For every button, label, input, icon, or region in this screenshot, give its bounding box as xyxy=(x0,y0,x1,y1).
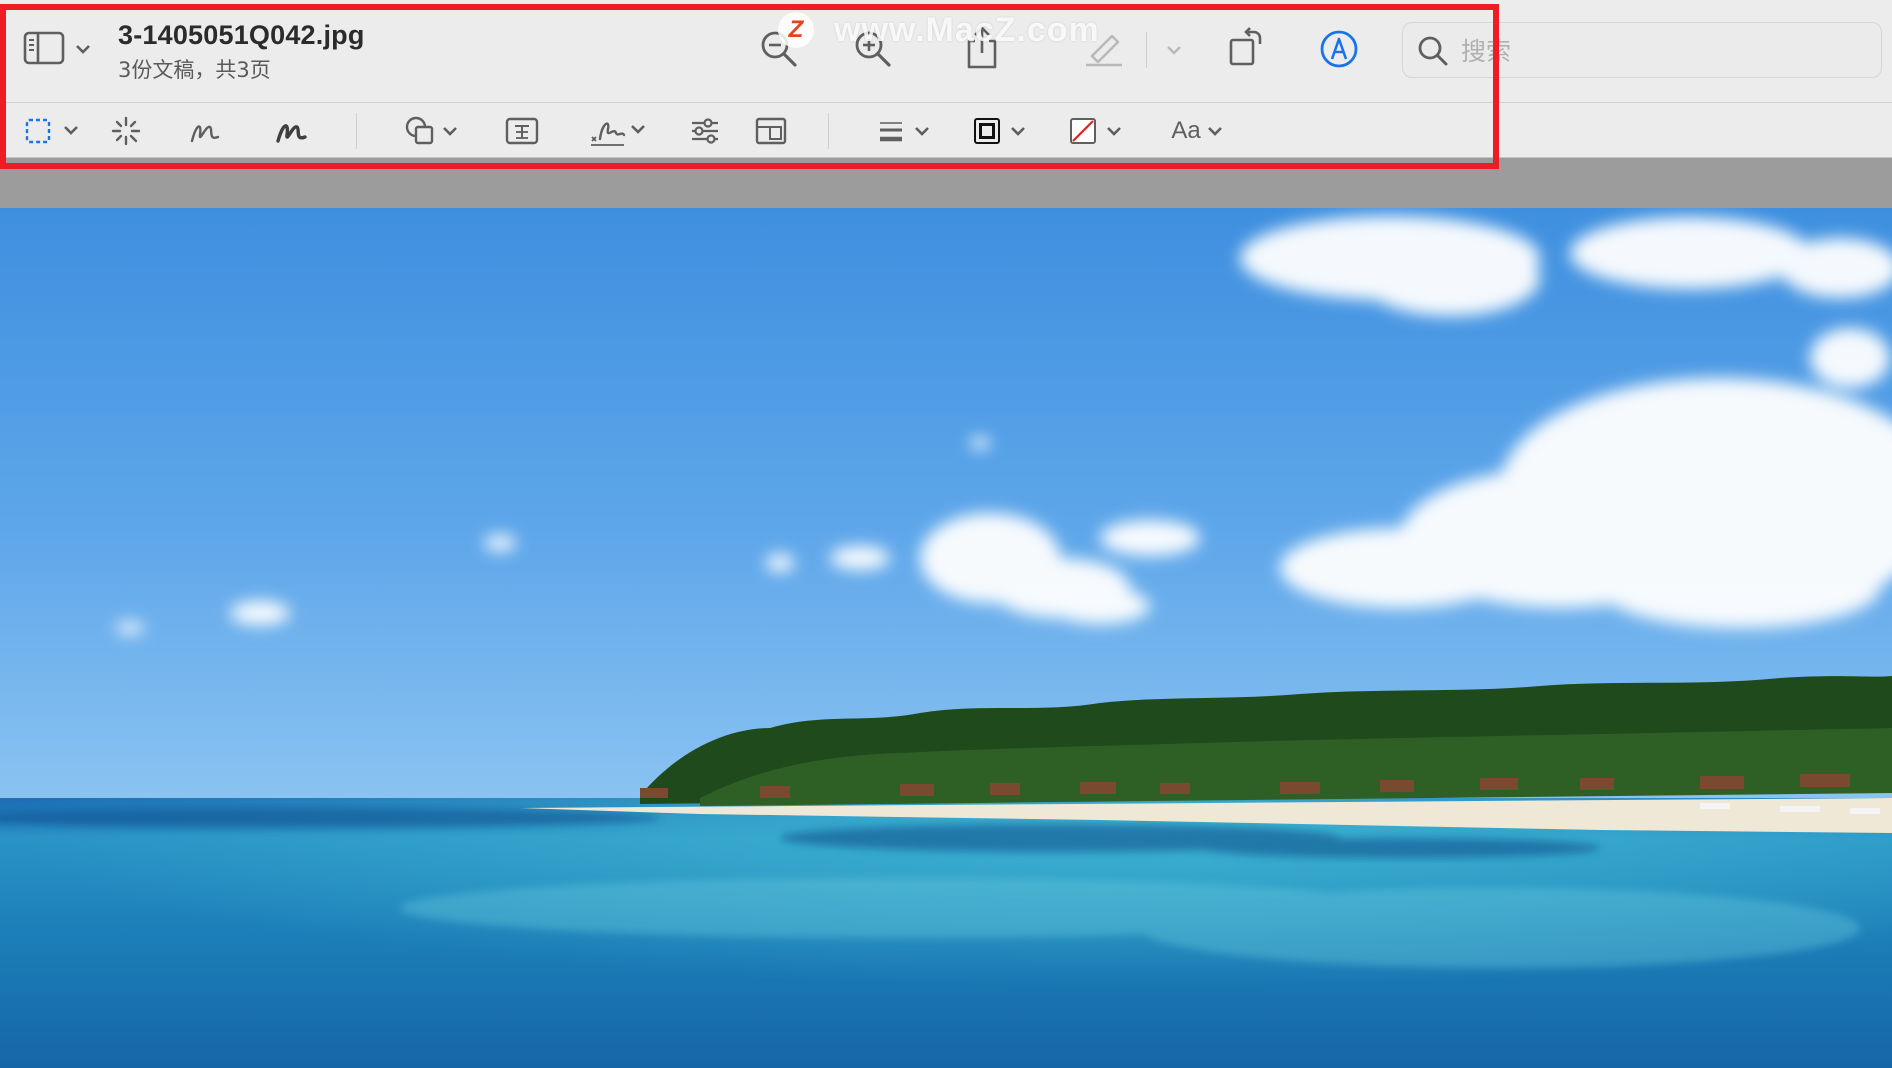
highlighter-icon xyxy=(1082,28,1126,68)
text-tool-button[interactable] xyxy=(504,115,540,147)
shapes-icon xyxy=(404,115,460,147)
instant-alpha-button[interactable] xyxy=(110,115,142,147)
toolbar-top-row: 3-1405051Q042.jpg 3份文稿，共3页 xyxy=(0,0,1892,103)
toolbar-separator xyxy=(828,113,829,149)
markup-toolbar-button[interactable] xyxy=(1318,28,1360,70)
text-style-icon: Aa xyxy=(1171,117,1224,145)
border-color-icon xyxy=(972,115,1028,147)
search-box[interactable] xyxy=(1402,22,1882,78)
markup-toolbar-row: Aa xyxy=(0,103,1892,158)
sketch-tool-button[interactable] xyxy=(188,115,222,147)
line-weight-icon xyxy=(876,115,932,147)
sliders-icon xyxy=(688,115,722,147)
toolbar-separator xyxy=(356,113,357,149)
draw-tool-button[interactable] xyxy=(274,115,308,147)
window-toolbar: 3-1405051Q042.jpg 3份文稿，共3页 搜索 Aa xyxy=(0,0,1892,158)
share-button[interactable] xyxy=(964,24,1000,70)
document-title: 3-1405051Q042.jpg xyxy=(118,20,365,50)
border-color-button[interactable] xyxy=(972,115,1028,147)
dashed-rect-icon xyxy=(24,117,82,145)
zoom-out-icon xyxy=(758,28,800,70)
rotate-icon xyxy=(1226,26,1266,68)
adjust-size-button[interactable] xyxy=(754,115,788,147)
rotate-button[interactable] xyxy=(1226,26,1266,68)
search-icon xyxy=(1417,35,1449,67)
highlight-button[interactable] xyxy=(1082,28,1126,68)
zoom-out-button[interactable] xyxy=(758,28,800,70)
signature-icon xyxy=(588,113,650,149)
zoom-in-button[interactable] xyxy=(852,28,894,70)
draw-icon xyxy=(274,115,308,147)
markup-pen-circle-icon xyxy=(1318,28,1360,70)
fill-color-icon xyxy=(1068,115,1124,147)
sidebar-toggle-button[interactable] xyxy=(22,30,94,68)
resize-icon xyxy=(754,115,788,147)
shapes-button[interactable] xyxy=(404,115,460,147)
chevron-down-icon xyxy=(1162,38,1186,62)
share-icon xyxy=(964,24,1000,70)
search-input[interactable] xyxy=(1461,35,1861,67)
canvas-gutter xyxy=(0,158,1892,208)
text-box-icon xyxy=(504,115,540,147)
fill-color-button[interactable] xyxy=(1068,115,1124,147)
sidebar-icon xyxy=(22,30,94,68)
document-subtitle: 3份文稿，共3页 xyxy=(118,58,271,82)
sign-button[interactable] xyxy=(588,113,650,149)
text-style-label: Aa xyxy=(1171,117,1201,144)
zoom-in-icon xyxy=(852,28,894,70)
toolbar-separator xyxy=(1146,32,1147,68)
selection-tool-button[interactable] xyxy=(24,117,82,145)
adjust-color-button[interactable] xyxy=(688,115,722,147)
highlight-options-button[interactable] xyxy=(1162,38,1186,62)
sketch-icon xyxy=(188,115,222,147)
document-image xyxy=(0,208,1892,1068)
text-style-button[interactable]: Aa xyxy=(1168,115,1228,147)
shape-style-button[interactable] xyxy=(876,115,932,147)
magic-wand-icon xyxy=(110,115,142,147)
